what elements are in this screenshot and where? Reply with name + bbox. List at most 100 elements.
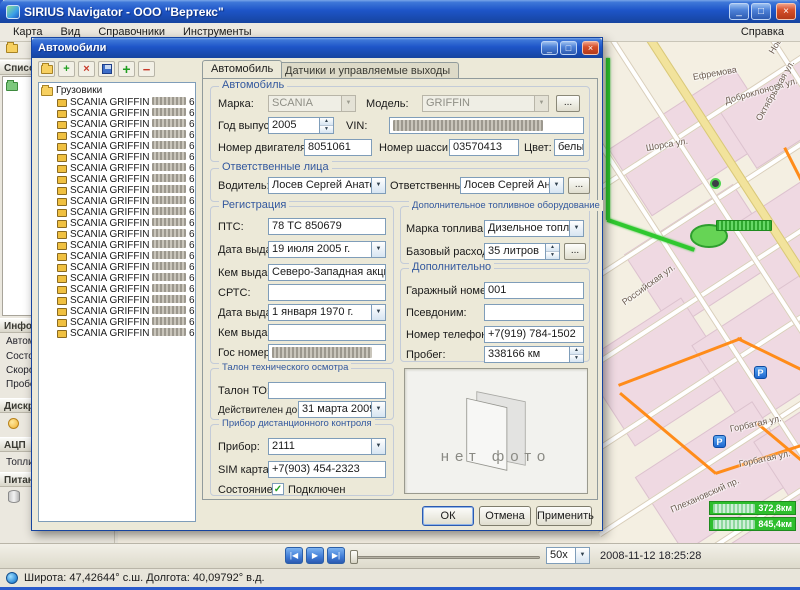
tree-item-vehicle[interactable]: SCANIA GRIFFIN 61rus — [41, 207, 195, 218]
tree-item-vehicle[interactable]: SCANIA GRIFFIN 61rus — [41, 262, 195, 273]
add-folder-icon[interactable] — [38, 61, 55, 77]
badge-masked-prefix — [713, 520, 755, 529]
delete-icon[interactable] — [78, 61, 95, 77]
model-browse-button[interactable]: ... — [556, 95, 580, 112]
color-input[interactable]: белый — [554, 139, 584, 156]
talon-input[interactable] — [268, 382, 386, 399]
dialog-maximize-button[interactable]: □ — [560, 41, 577, 55]
route-line-green — [606, 58, 610, 220]
group-folder-icon — [6, 82, 18, 91]
step-forward-button[interactable]: ▶| — [327, 547, 345, 564]
tree-item-vehicle[interactable]: SCANIA GRIFFIN 61rus — [41, 295, 195, 306]
tree-item-vehicle[interactable]: SCANIA GRIFFIN 61rus — [41, 306, 195, 317]
maximize-button[interactable]: □ — [751, 3, 771, 20]
apply-button[interactable]: Применить — [536, 506, 592, 526]
vehicle-tree[interactable]: Грузовики SCANIA GRIFFIN 61rusSCANIA GRI… — [38, 82, 196, 522]
route-distance-badge: 845,4км — [709, 517, 796, 531]
sim-label: SIM карта: — [218, 464, 272, 476]
tree-item-vehicle[interactable]: SCANIA GRIFFIN 61rus — [41, 251, 195, 262]
destination-label-masked — [716, 220, 772, 231]
indicator-icon — [8, 418, 19, 429]
tree-item-vehicle[interactable]: SCANIA GRIFFIN 61rus — [41, 174, 195, 185]
speed-combo[interactable]: 50x▼ — [546, 547, 590, 564]
garage-input[interactable]: 001 — [484, 282, 584, 299]
spinner-arrows-icon[interactable]: ▲▼ — [569, 347, 583, 362]
play-button[interactable]: ▶ — [306, 547, 324, 564]
dialog-minimize-button[interactable]: _ — [541, 41, 558, 55]
spinner-arrows-icon[interactable]: ▲▼ — [545, 244, 559, 259]
tree-root[interactable]: Грузовики — [41, 85, 195, 97]
alias-input[interactable] — [484, 304, 584, 321]
marka-combo: SCANIA▼ — [268, 95, 356, 112]
pts-issuer-input[interactable]: Северо-Западная акционерная т — [268, 264, 386, 281]
engine-input[interactable]: 8051061 — [304, 139, 372, 156]
tree-item-vehicle[interactable]: SCANIA GRIFFIN 61rus — [41, 328, 195, 339]
chevron-down-icon: ▼ — [371, 178, 385, 193]
chassis-input[interactable]: 03570413 — [449, 139, 519, 156]
driver-combo[interactable]: Лосев Сергей Анатоль▼ — [268, 177, 386, 194]
truck-icon — [57, 121, 67, 129]
device-combo[interactable]: 2111▼ — [268, 438, 386, 455]
ok-button[interactable]: ОК — [422, 506, 474, 526]
tree-item-vehicle[interactable]: SCANIA GRIFFIN 61rus — [41, 97, 195, 108]
plate-masked — [152, 251, 186, 259]
tree-item-vehicle[interactable]: SCANIA GRIFFIN 61rus — [41, 273, 195, 284]
plus-icon[interactable] — [118, 61, 135, 77]
spinner-arrows-icon[interactable]: ▲▼ — [319, 118, 333, 133]
pts-date-picker[interactable]: 19 июля 2005 г.▼ — [268, 241, 386, 258]
folder-icon[interactable] — [6, 44, 18, 53]
folder-icon — [41, 87, 53, 96]
srts-input[interactable] — [268, 284, 386, 301]
phone-input[interactable]: +7(919) 784-1502 — [484, 326, 584, 343]
tree-item-vehicle[interactable]: SCANIA GRIFFIN 61rus — [41, 130, 195, 141]
timeline-slider-thumb[interactable] — [350, 550, 358, 564]
valid-until-picker[interactable]: 31 марта 2009 г.▼ — [298, 401, 386, 418]
sim-input[interactable]: +7(903) 454-2323 — [268, 461, 386, 478]
device-label: Прибор: — [218, 441, 260, 453]
tree-item-vehicle[interactable]: SCANIA GRIFFIN 61rus — [41, 229, 195, 240]
truck-icon — [57, 308, 67, 316]
tree-item-vehicle[interactable]: SCANIA GRIFFIN 61rus — [41, 163, 195, 174]
srts-date-picker[interactable]: 1 января 1970 г.▼ — [268, 304, 386, 321]
responsible-browse-button[interactable]: ... — [568, 177, 590, 194]
tree-item-vehicle[interactable]: SCANIA GRIFFIN 61rus — [41, 152, 195, 163]
tree-item-vehicle[interactable]: SCANIA GRIFFIN 61rus — [41, 119, 195, 130]
menu-item-help[interactable]: Справка — [729, 24, 796, 40]
tree-item-vehicle[interactable]: SCANIA GRIFFIN 61rus — [41, 108, 195, 119]
save-icon[interactable] — [98, 61, 115, 77]
fuel-browse-button[interactable]: ... — [564, 243, 586, 260]
fuel-brand-combo[interactable]: Дизельное топливо▼ — [484, 220, 584, 237]
plate-masked — [152, 108, 186, 116]
cancel-button[interactable]: Отмена — [479, 506, 531, 526]
mileage-spinner[interactable]: 338166 км ▲▼ — [484, 346, 584, 363]
responsible-combo[interactable]: Лосев Сергей Анатоль▼ — [460, 177, 564, 194]
dialog-close-button[interactable]: × — [582, 41, 599, 55]
timeline-slider[interactable] — [352, 556, 540, 559]
connected-checkbox[interactable]: ✓ — [272, 483, 284, 495]
pts-input[interactable]: 78 ТС 850679 — [268, 218, 386, 235]
tree-item-vehicle[interactable]: SCANIA GRIFFIN 61rus — [41, 317, 195, 328]
fuel-rate-spinner[interactable]: 35 литров ▲▼ — [484, 243, 560, 260]
tab-vehicle[interactable]: Автомобиль — [202, 60, 282, 78]
add-icon[interactable] — [58, 61, 75, 77]
step-back-button[interactable]: |◀ — [285, 547, 303, 564]
tree-item-vehicle[interactable]: SCANIA GRIFFIN 61rus — [41, 185, 195, 196]
tree-item-vehicle[interactable]: SCANIA GRIFFIN 61rus — [41, 196, 195, 207]
gos-number-input[interactable] — [268, 344, 386, 361]
tree-item-vehicle[interactable]: SCANIA GRIFFIN 61rus — [41, 284, 195, 295]
valid-until-label: Действителен до: — [218, 405, 300, 416]
vin-input[interactable] — [389, 117, 584, 134]
close-button[interactable]: × — [776, 3, 796, 20]
tab-sensors[interactable]: Датчики и управляемые выходы — [276, 62, 459, 78]
year-spinner[interactable]: 2005 ▲▼ — [268, 117, 334, 134]
tree-item-vehicle[interactable]: SCANIA GRIFFIN 61rus — [41, 141, 195, 152]
tree-item-vehicle[interactable]: SCANIA GRIFFIN 61rus — [41, 218, 195, 229]
truck-icon — [57, 143, 67, 151]
minus-icon[interactable] — [138, 61, 155, 77]
truck-icon — [57, 110, 67, 118]
srts-issuer-input[interactable] — [268, 324, 386, 341]
coordinates-text: Широта: 47,42644° с.ш. Долгота: 40,09792… — [24, 572, 265, 584]
minimize-button[interactable]: _ — [729, 3, 749, 20]
tree-item-vehicle[interactable]: SCANIA GRIFFIN 61rus — [41, 240, 195, 251]
tree-toolbar — [38, 61, 196, 79]
